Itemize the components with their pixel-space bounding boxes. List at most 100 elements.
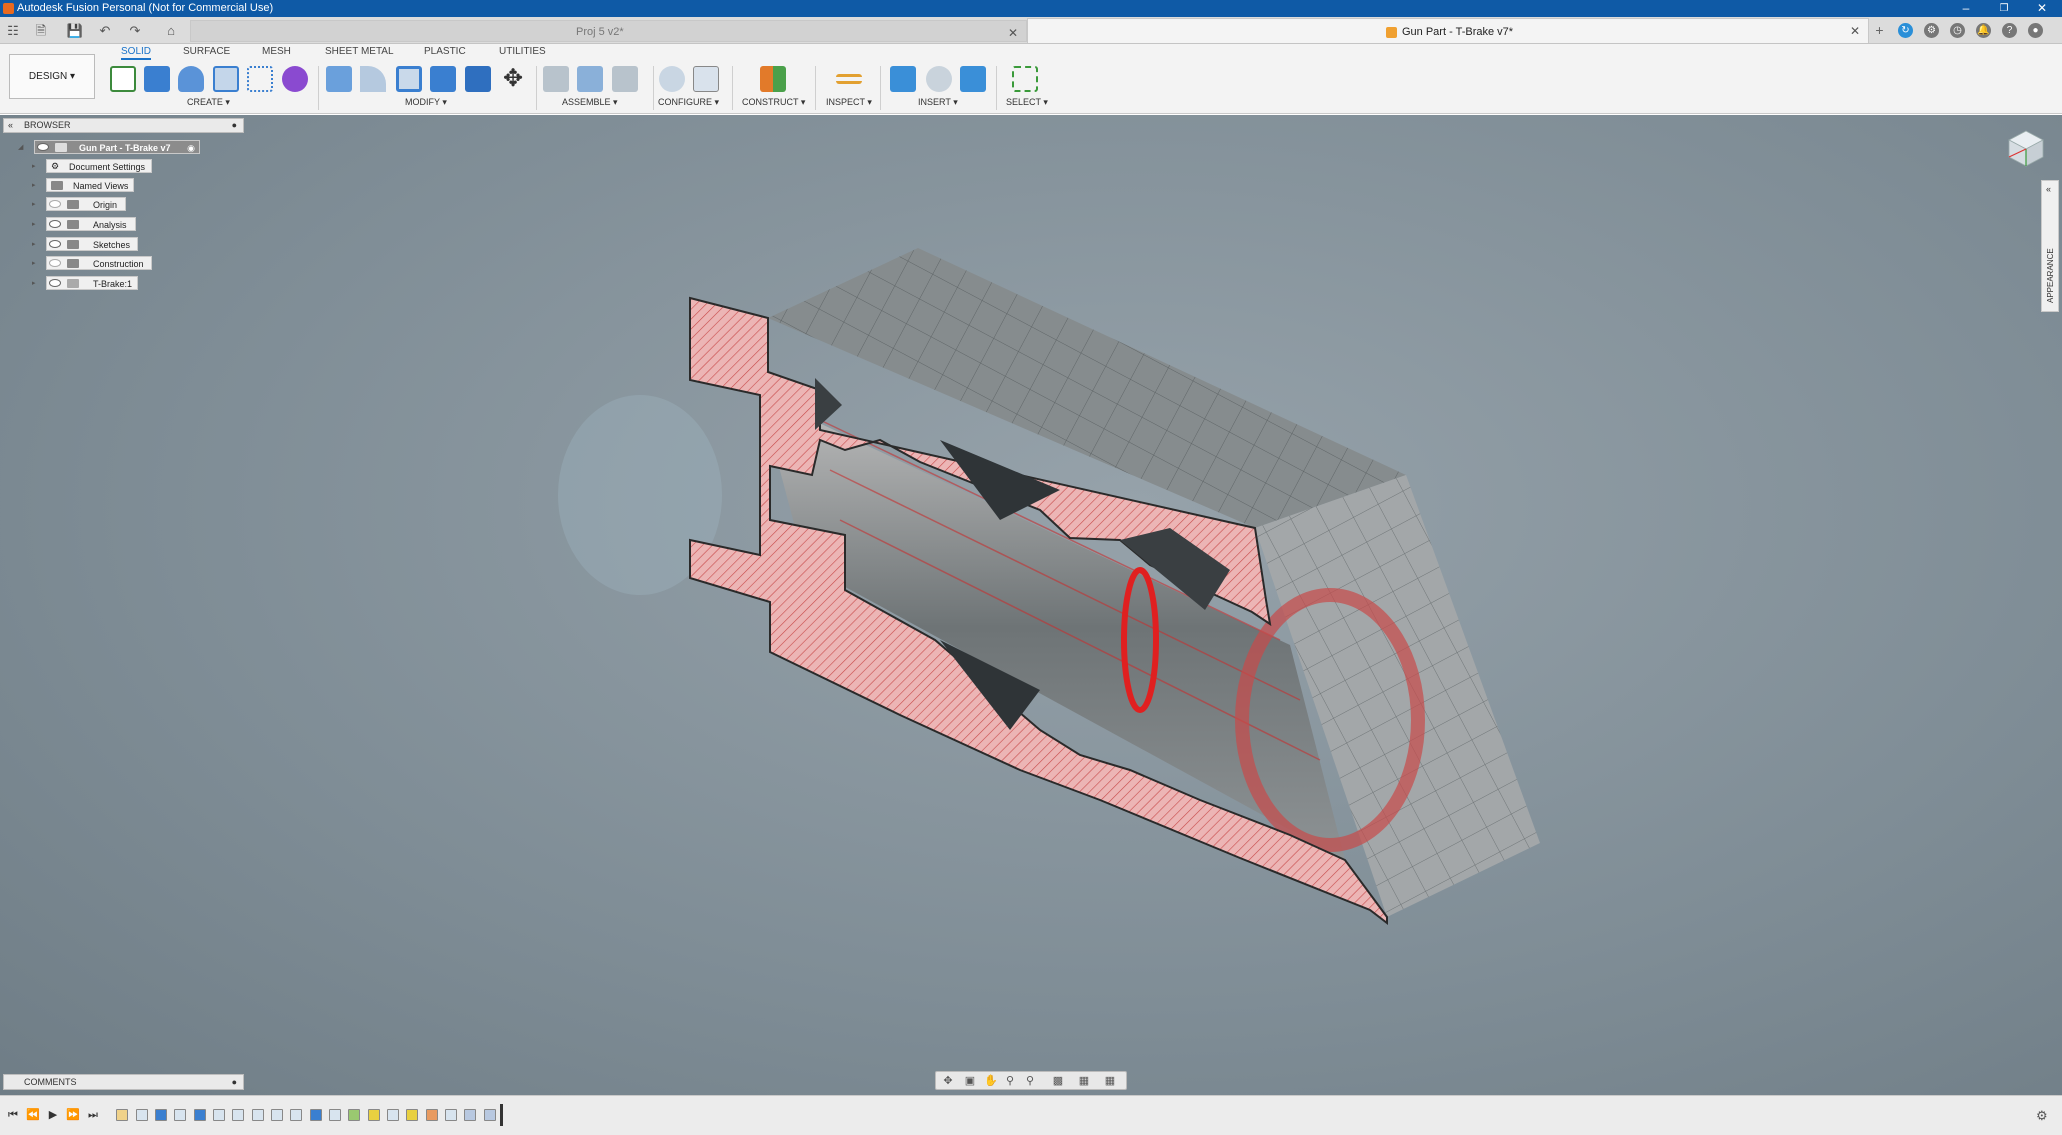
appearance-panel-tab[interactable]: « APPEARANCE [2041, 180, 2059, 312]
new-tab-icon[interactable]: + [1872, 23, 1887, 38]
visibility-eye-icon[interactable] [49, 279, 61, 287]
tab-proj-5[interactable]: Proj 5 v2* ✕ [190, 20, 1027, 42]
split-body-icon[interactable] [465, 66, 491, 92]
browser-item-construction[interactable]: Construction [46, 256, 152, 270]
expand-item-icon[interactable]: ▸ [32, 200, 36, 208]
fit-icon[interactable]: ⚲ [1024, 1075, 1036, 1087]
inspect-menu[interactable]: INSPECT ▾ [826, 97, 872, 108]
workspace-switcher-button[interactable]: DESIGN ▾ [9, 54, 95, 99]
timeline-feature-icon[interactable] [136, 1109, 148, 1121]
pattern-icon[interactable] [247, 66, 273, 92]
browser-item-analysis[interactable]: Analysis [46, 217, 136, 231]
pan-hand-icon[interactable]: ✋ [984, 1075, 998, 1087]
insert-derive-icon[interactable] [926, 66, 952, 92]
tab-plastic[interactable]: PLASTIC [424, 46, 466, 60]
play-icon[interactable]: ▶ [46, 1108, 60, 1122]
extrude-icon[interactable] [144, 66, 170, 92]
timeline-feature-icon[interactable] [271, 1109, 283, 1121]
browser-item-named-views[interactable]: Named Views [46, 178, 134, 192]
timeline-feature-icon[interactable] [213, 1109, 225, 1121]
expand-item-icon[interactable]: ▸ [32, 220, 36, 228]
browser-item-sketches[interactable]: Sketches [46, 237, 138, 251]
tab-gun-part[interactable]: Gun Part - T-Brake v7* ✕ [1027, 18, 1869, 43]
shell-icon[interactable] [396, 66, 422, 92]
timeline-feature-icon[interactable] [348, 1109, 360, 1121]
go-to-end-icon[interactable]: ⏭ [86, 1108, 100, 1122]
create-sketch-icon[interactable] [110, 66, 136, 92]
close-window-button[interactable]: ✕ [2022, 0, 2062, 17]
sync-icon[interactable]: ↻ [1898, 23, 1913, 38]
browser-item-t-brake[interactable]: T-Brake:1 [46, 276, 138, 290]
look-at-icon[interactable]: ▣ [964, 1075, 976, 1087]
browser-panel-header[interactable]: « BROWSER ● [3, 118, 244, 133]
browser-root-node[interactable]: Gun Part - T-Brake v7 ◉ [34, 140, 200, 154]
restore-button[interactable]: ❐ [1984, 0, 2024, 17]
viewcube[interactable] [2006, 128, 2046, 168]
viewports-icon[interactable]: ▦ [1104, 1075, 1116, 1087]
browser-item-document-settings[interactable]: ⚙ Document Settings [46, 159, 152, 173]
redo-icon[interactable]: ↷ [126, 22, 144, 39]
close-tab-icon[interactable]: ✕ [1850, 24, 1860, 38]
construct-menu[interactable]: CONSTRUCT ▾ [742, 97, 805, 108]
visibility-eye-icon[interactable] [49, 220, 61, 228]
expand-panel-icon[interactable]: « [2046, 184, 2051, 194]
timeline-feature-icon[interactable] [426, 1109, 438, 1121]
expand-item-icon[interactable]: ▸ [32, 181, 36, 189]
close-tab-icon[interactable]: ✕ [1008, 26, 1018, 40]
display-settings-icon[interactable]: ▩ [1052, 1075, 1064, 1087]
expand-item-icon[interactable]: ▸ [32, 162, 36, 170]
help-icon[interactable]: ? [2002, 23, 2017, 38]
timeline-feature-icon[interactable] [329, 1109, 341, 1121]
minimize-button[interactable]: – [1946, 0, 1986, 17]
configure-icon[interactable] [659, 66, 685, 92]
timeline-feature-icon[interactable] [310, 1109, 322, 1121]
timeline-feature-icon[interactable] [232, 1109, 244, 1121]
timeline-feature-icon[interactable] [290, 1109, 302, 1121]
timeline-feature-icon[interactable] [155, 1109, 167, 1121]
press-pull-icon[interactable] [326, 66, 352, 92]
visibility-eye-icon[interactable] [49, 240, 61, 248]
measure-icon[interactable] [836, 74, 862, 84]
job-status-icon[interactable]: ◷ [1950, 23, 1965, 38]
configuration-table-icon[interactable] [693, 66, 719, 92]
timeline-feature-icon[interactable] [194, 1109, 206, 1121]
timeline-marker[interactable] [500, 1104, 503, 1126]
insert-menu[interactable]: INSERT ▾ [918, 97, 958, 108]
timeline-feature-icon[interactable] [406, 1109, 418, 1121]
hole-icon[interactable] [213, 66, 239, 92]
assemble-menu[interactable]: ASSEMBLE ▾ [562, 97, 618, 108]
tab-utilities[interactable]: UTILITIES [499, 46, 546, 60]
create-menu[interactable]: CREATE ▾ [187, 97, 230, 108]
timeline-feature-icon[interactable] [464, 1109, 476, 1121]
collapse-panel-icon[interactable]: « [8, 120, 13, 130]
save-icon[interactable]: 💾 [66, 22, 84, 39]
configure-menu[interactable]: CONFIGURE ▾ [658, 97, 719, 108]
insert-mcmaster-icon[interactable] [960, 66, 986, 92]
insert-canvas-icon[interactable] [890, 66, 916, 92]
step-back-icon[interactable]: ⏪ [26, 1108, 40, 1122]
expand-root-icon[interactable]: ◢ [18, 143, 23, 151]
visibility-eye-icon[interactable] [49, 259, 61, 267]
comments-panel-header[interactable]: COMMENTS ● [3, 1074, 244, 1090]
tab-mesh[interactable]: MESH [262, 46, 291, 60]
move-copy-icon[interactable]: ✥ [500, 66, 526, 92]
browser-item-origin[interactable]: Origin [46, 197, 126, 211]
timeline-feature-icon[interactable] [368, 1109, 380, 1121]
form-icon[interactable] [282, 66, 308, 92]
expand-item-icon[interactable]: ▸ [32, 240, 36, 248]
home-icon[interactable]: ⌂ [162, 22, 180, 39]
timeline-feature-icon[interactable] [387, 1109, 399, 1121]
expand-item-icon[interactable]: ▸ [32, 259, 36, 267]
extensions-icon[interactable]: ⚙ [1924, 23, 1939, 38]
step-forward-icon[interactable]: ⏩ [66, 1108, 80, 1122]
revolve-icon[interactable] [178, 66, 204, 92]
orbit-icon[interactable]: ✥ [942, 1075, 954, 1087]
file-menu-icon[interactable]: 🗎 [32, 22, 50, 39]
apps-grid-icon[interactable]: ☷ [4, 22, 22, 39]
pin-panel-icon[interactable]: ● [232, 1077, 237, 1087]
tab-sheet-metal[interactable]: SHEET METAL [325, 46, 394, 60]
modify-menu[interactable]: MODIFY ▾ [405, 97, 447, 108]
timeline-feature-icon[interactable] [252, 1109, 264, 1121]
grid-snap-icon[interactable]: ▦ [1078, 1075, 1090, 1087]
offset-plane-icon[interactable] [760, 66, 786, 92]
